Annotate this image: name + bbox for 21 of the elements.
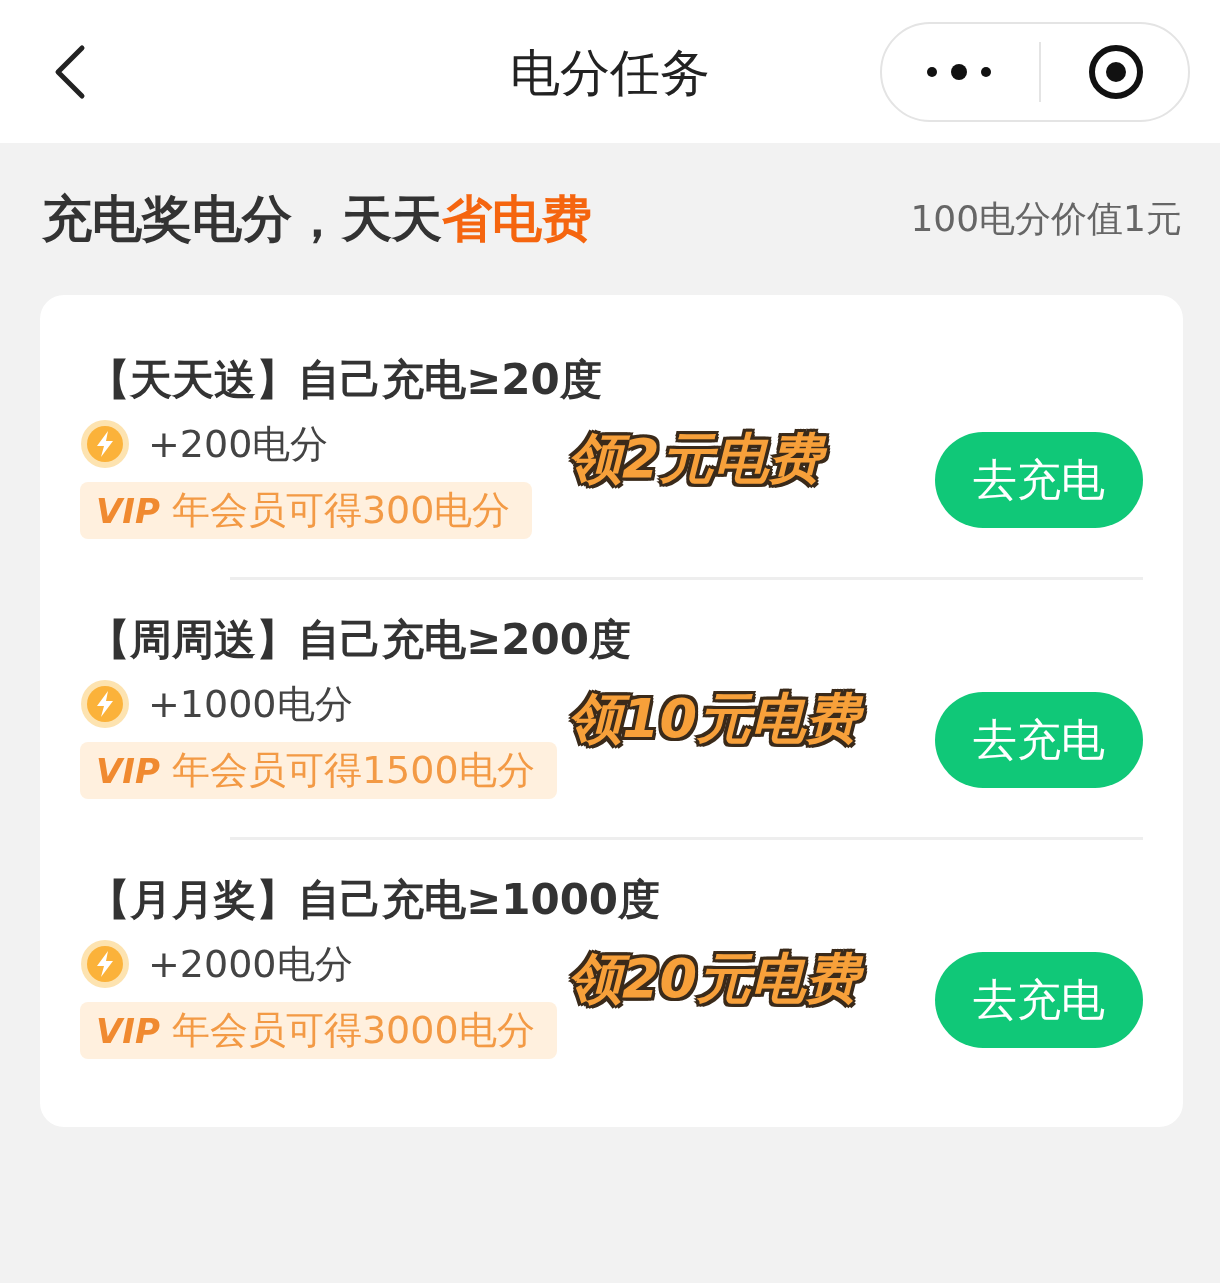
reward-label: 领20元电费 <box>560 940 874 1018</box>
page-title: 电分任务 <box>510 43 710 104</box>
charge-button[interactable]: 去充电 <box>935 692 1143 788</box>
headline: 充电奖电分，天天省电费 <box>42 188 592 250</box>
vip-badge: VIP 年会员可得1500电分 <box>80 742 557 799</box>
points-text: +200电分 <box>148 420 329 468</box>
vip-badge: VIP 年会员可得300电分 <box>80 482 533 539</box>
task-title: 【月月奖】自己充电≥1000度 <box>88 874 661 926</box>
vip-badge: VIP 年会员可得3000电分 <box>80 1002 557 1059</box>
lightning-coin-icon <box>80 939 130 989</box>
charge-button[interactable]: 去充电 <box>935 952 1143 1048</box>
reward-label: 领10元电费 <box>560 680 874 758</box>
task-title: 【周周送】自己充电≥200度 <box>88 614 631 666</box>
lightning-coin-icon <box>80 679 130 729</box>
points-text: +2000电分 <box>148 940 353 988</box>
value-note: 100电分价值1元 <box>910 196 1182 241</box>
lightning-coin-icon <box>80 419 130 469</box>
reward-label: 领2元电费 <box>560 420 836 498</box>
task-title: 【天天送】自己充电≥20度 <box>88 354 602 406</box>
charge-button[interactable]: 去充电 <box>935 432 1143 528</box>
points-text: +1000电分 <box>148 680 353 728</box>
